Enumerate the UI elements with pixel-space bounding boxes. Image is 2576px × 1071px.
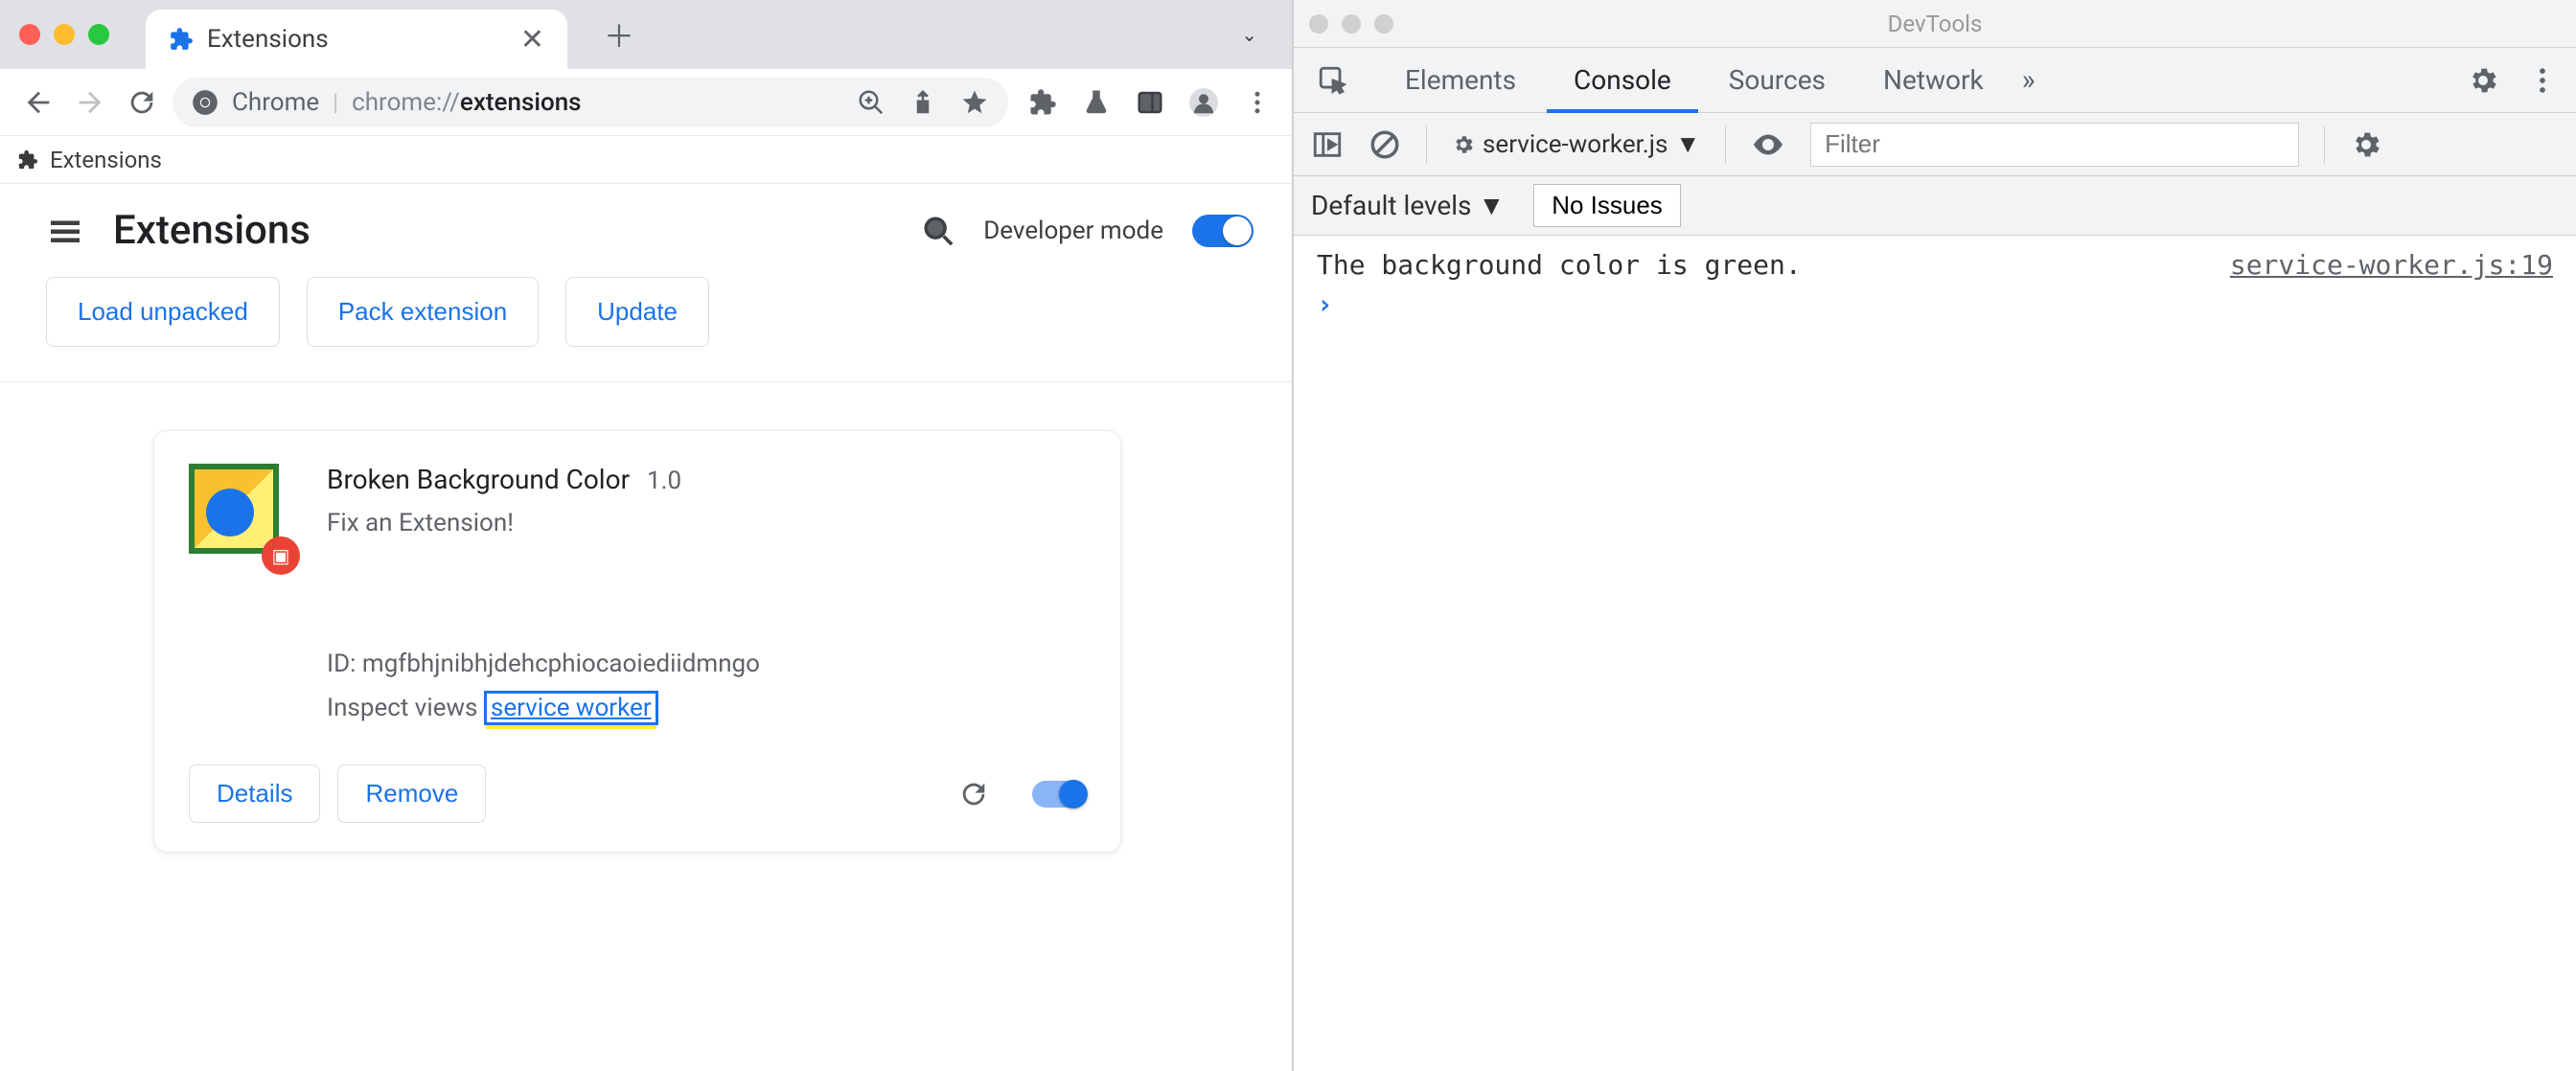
log-levels-selector[interactable]: Default levels ▼	[1311, 190, 1505, 221]
extension-id: mgfbhjnibhjdehcphiocaoiediidmngo	[362, 649, 760, 678]
load-unpacked-button[interactable]: Load unpacked	[46, 277, 280, 347]
devtools-settings-icon[interactable]	[2467, 64, 2499, 97]
extension-version: 1.0	[647, 467, 681, 495]
labs-flask-icon[interactable]	[1079, 88, 1114, 117]
card-area: ▣ Broken Background Color 1.0 Fix an Ext…	[0, 382, 1292, 853]
update-button[interactable]: Update	[565, 277, 709, 347]
bookmark-extensions[interactable]: Extensions	[50, 147, 162, 173]
share-icon[interactable]	[908, 88, 937, 117]
nav-toolbar: Chrome | chrome://extensions	[0, 69, 1292, 136]
search-icon[interactable]	[922, 215, 954, 247]
menu-hamburger-icon[interactable]	[46, 212, 84, 250]
tab-console[interactable]: Console	[1547, 47, 1698, 113]
forward-button[interactable]	[69, 81, 111, 124]
console-settings-icon[interactable]	[2350, 128, 2382, 161]
extensions-puzzle-icon[interactable]	[1025, 88, 1060, 117]
devtools-window-title: DevTools	[1888, 11, 1983, 37]
console-prompt[interactable]: ›	[1294, 285, 2576, 324]
chrome-icon	[192, 89, 218, 116]
side-panel-icon[interactable]	[1133, 88, 1167, 117]
unpacked-badge-icon: ▣	[262, 536, 300, 575]
maximize-window-button[interactable]	[88, 24, 109, 45]
chrome-window: Extensions ✕ ＋ ⌄ Chrome | chrome://exten…	[0, 0, 1294, 1071]
details-button[interactable]: Details	[189, 764, 320, 823]
back-button[interactable]	[17, 81, 59, 124]
omnibox-url-path: extensions	[460, 88, 582, 117]
issues-button[interactable]: No Issues	[1533, 184, 1681, 227]
toggle-sidebar-icon[interactable]	[1311, 128, 1344, 161]
chevron-down-icon: ▼	[1675, 129, 1700, 159]
clear-console-icon[interactable]	[1368, 128, 1401, 161]
live-expression-eye-icon[interactable]	[1751, 127, 1785, 162]
pack-extension-button[interactable]: Pack extension	[307, 277, 539, 347]
context-label: service-worker.js	[1483, 130, 1668, 159]
gear-icon	[1452, 133, 1475, 156]
devtools-titlebar: DevTools	[1294, 0, 2576, 48]
tab-network[interactable]: Network	[1856, 47, 2011, 113]
reload-extension-icon[interactable]	[957, 778, 990, 810]
tab-close-icon[interactable]: ✕	[520, 23, 544, 57]
toolbar-icons	[1025, 88, 1275, 117]
omnibox-protocol: Chrome	[232, 88, 319, 117]
developer-mode-toggle[interactable]	[1192, 215, 1254, 247]
extension-enable-toggle[interactable]	[1032, 781, 1086, 808]
tab-list-chevron-icon[interactable]: ⌄	[1226, 23, 1273, 46]
puzzle-icon	[17, 149, 38, 171]
page-title: Extensions	[113, 207, 310, 254]
close-window-button[interactable]	[1309, 14, 1328, 34]
reload-button[interactable]	[121, 81, 163, 124]
minimize-window-button[interactable]	[1342, 14, 1361, 34]
chrome-menu-icon[interactable]	[1240, 88, 1275, 117]
traffic-lights	[19, 24, 109, 45]
maximize-window-button[interactable]	[1374, 14, 1393, 34]
extension-description: Fix an Extension!	[327, 509, 1086, 537]
tab-title: Extensions	[207, 25, 329, 54]
console-toolbar: service-worker.js ▼	[1294, 113, 2576, 176]
devtools-window: DevTools Elements Console Sources Networ…	[1294, 0, 2576, 1071]
devtools-tabs: Elements Console Sources Network »	[1294, 48, 2576, 113]
puzzle-icon	[169, 27, 194, 52]
tab-sources[interactable]: Sources	[1702, 47, 1852, 113]
console-message: The background color is green.	[1317, 249, 1802, 281]
omnibox[interactable]: Chrome | chrome://extensions	[172, 78, 1008, 127]
console-body: The background color is green. service-w…	[1294, 236, 2576, 1071]
close-window-button[interactable]	[19, 24, 40, 45]
traffic-lights-inactive	[1309, 14, 1393, 34]
omnibox-url-scheme: chrome://	[352, 88, 460, 117]
developer-mode-label: Developer mode	[983, 216, 1163, 245]
extensions-page: Extensions Developer mode Load unpacked …	[0, 184, 1292, 1071]
browser-tab-extensions[interactable]: Extensions ✕	[146, 10, 567, 69]
card-footer: Details Remove	[189, 764, 1086, 823]
omnibox-actions	[857, 88, 989, 117]
omnibox-separator: |	[333, 89, 338, 116]
bookmark-bar: Extensions	[0, 136, 1292, 184]
titlebar: Extensions ✕ ＋ ⌄	[0, 0, 1292, 69]
service-worker-link[interactable]: service worker	[484, 691, 658, 725]
profile-avatar-icon[interactable]	[1186, 88, 1221, 117]
inspect-element-icon[interactable]	[1311, 58, 1355, 103]
minimize-window-button[interactable]	[54, 24, 75, 45]
extension-id-label: ID:	[327, 649, 356, 678]
extension-name: Broken Background Color	[327, 464, 630, 495]
action-row: Load unpacked Pack extension Update	[0, 277, 1292, 382]
console-message-row: The background color is green. service-w…	[1294, 245, 2576, 285]
inspect-views-label: Inspect views	[327, 694, 477, 722]
console-source-link[interactable]: service-worker.js:19	[2230, 249, 2553, 281]
zoom-icon[interactable]	[857, 88, 886, 117]
context-selector[interactable]: service-worker.js ▼	[1452, 129, 1700, 159]
more-tabs-icon[interactable]: »	[2022, 63, 2036, 97]
devtools-menu-icon[interactable]	[2526, 64, 2559, 97]
console-subtoolbar: Default levels ▼ No Issues	[1294, 176, 2576, 236]
bookmark-star-icon[interactable]	[960, 88, 989, 117]
extension-card: ▣ Broken Background Color 1.0 Fix an Ext…	[153, 430, 1121, 853]
page-header: Extensions Developer mode	[0, 184, 1292, 277]
chevron-down-icon: ▼	[1478, 190, 1505, 221]
new-tab-button[interactable]: ＋	[600, 15, 638, 54]
console-filter-input[interactable]	[1810, 123, 2299, 167]
extension-icon: ▣	[189, 464, 294, 569]
tab-elements[interactable]: Elements	[1378, 47, 1543, 113]
remove-button[interactable]: Remove	[337, 764, 486, 823]
